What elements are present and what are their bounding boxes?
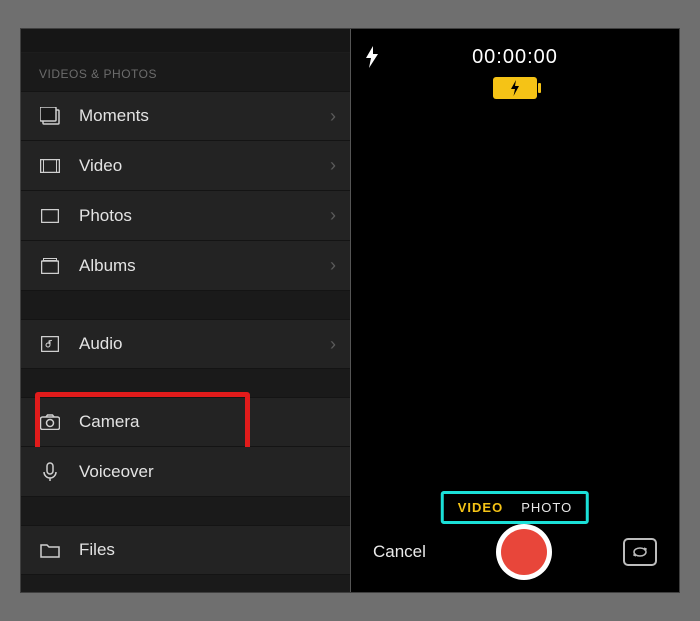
video-icon	[39, 155, 61, 177]
mode-photo[interactable]: PHOTO	[521, 500, 572, 515]
photos-icon	[39, 205, 61, 227]
folder-icon	[39, 539, 61, 561]
record-button-inner	[501, 529, 547, 575]
sidebar-item-files[interactable]: Files	[21, 525, 350, 575]
sidebar-item-moments[interactable]: Moments ›	[21, 91, 350, 141]
sidebar-item-label: Audio	[79, 334, 330, 354]
flip-camera-button[interactable]	[623, 538, 657, 566]
sidebar-top-spacer	[21, 29, 350, 53]
chevron-right-icon: ›	[330, 334, 336, 355]
cancel-button[interactable]: Cancel	[373, 542, 426, 562]
camera-icon	[39, 411, 61, 433]
sidebar-item-label: Voiceover	[79, 462, 336, 482]
camera-bottom-bar: Cancel	[351, 522, 679, 582]
sidebar-gap	[21, 497, 350, 525]
app-frame: VIDEOS & PHOTOS Moments › Video › Photos…	[20, 28, 680, 593]
sidebar-gap	[21, 291, 350, 319]
battery-flash-badge	[493, 77, 537, 99]
moments-icon	[39, 105, 61, 127]
sidebar-item-albums[interactable]: Albums ›	[21, 241, 350, 291]
albums-icon	[39, 255, 61, 277]
sidebar-item-label: Camera	[79, 412, 336, 432]
sidebar-gap	[21, 369, 350, 397]
sidebar-item-label: Albums	[79, 256, 330, 276]
mic-icon	[39, 461, 61, 483]
sidebar-item-label: Video	[79, 156, 330, 176]
camera-viewfinder: 00:00:00 VIDEO PHOTO Cancel	[351, 29, 679, 592]
flash-icon[interactable]	[365, 46, 379, 68]
recording-timer: 00:00:00	[379, 46, 651, 69]
mode-video[interactable]: VIDEO	[458, 500, 503, 515]
audio-icon	[39, 333, 61, 355]
sidebar-item-photos[interactable]: Photos ›	[21, 191, 350, 241]
sidebar-item-label: Moments	[79, 106, 330, 126]
section-header-videos-photos: VIDEOS & PHOTOS	[21, 53, 350, 91]
sidebar-item-camera[interactable]: Camera	[21, 397, 350, 447]
sidebar-item-audio[interactable]: Audio ›	[21, 319, 350, 369]
record-button[interactable]	[496, 524, 552, 580]
sidebar-item-voiceover[interactable]: Voiceover	[21, 447, 350, 497]
sidebar-item-video[interactable]: Video ›	[21, 141, 350, 191]
camera-mode-selector: VIDEO PHOTO	[441, 491, 589, 524]
chevron-right-icon: ›	[330, 155, 336, 176]
chevron-right-icon: ›	[330, 255, 336, 276]
chevron-right-icon: ›	[330, 205, 336, 226]
sidebar-item-label: Photos	[79, 206, 330, 226]
chevron-right-icon: ›	[330, 106, 336, 127]
sidebar-item-label: Files	[79, 540, 336, 560]
media-source-sidebar: VIDEOS & PHOTOS Moments › Video › Photos…	[21, 29, 351, 592]
